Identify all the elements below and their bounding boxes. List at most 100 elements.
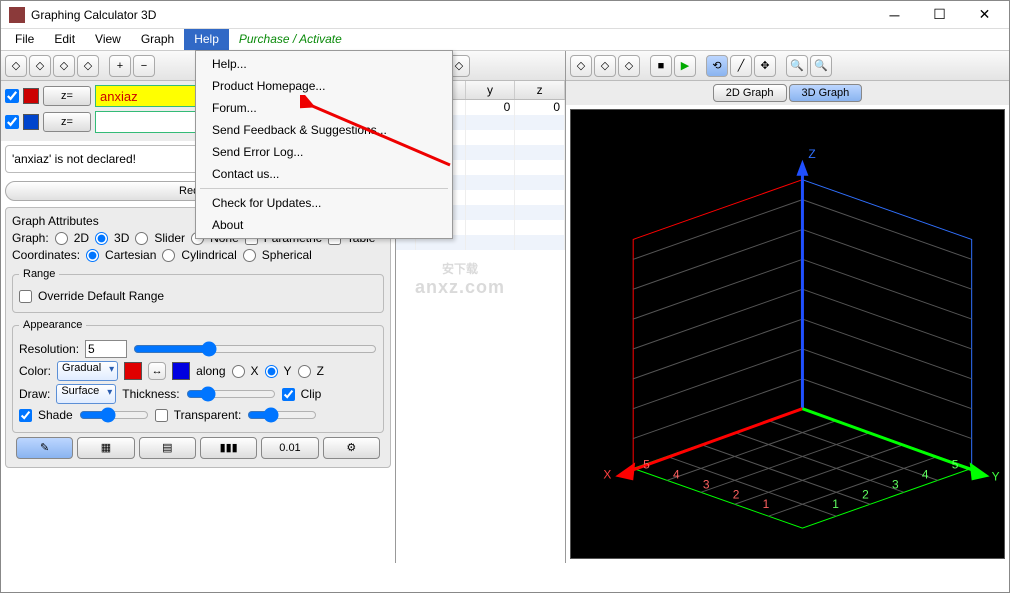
- graph-attributes-panel: + − Graph Attributes Graph: 2D 3D Slider…: [5, 207, 391, 468]
- help-item-help[interactable]: Help...: [198, 53, 450, 75]
- tab-gear-icon[interactable]: ⚙: [323, 437, 380, 459]
- svg-text:4: 4: [673, 467, 680, 481]
- eq2-enable-checkbox[interactable]: [5, 115, 19, 129]
- bottom-tool-tabs: ✎ ▦ ▤ ▮▮▮ 0.01 ⚙: [16, 437, 380, 459]
- svg-text:5: 5: [643, 457, 650, 471]
- col-z: z: [515, 81, 565, 99]
- transparent-checkbox[interactable]: [155, 409, 168, 422]
- draw-mode-dropdown[interactable]: Surface: [56, 384, 116, 404]
- menu-purchase[interactable]: Purchase / Activate: [229, 29, 352, 50]
- tab-grid-icon[interactable]: ▦: [77, 437, 134, 459]
- tool-open-icon[interactable]: ◇: [29, 55, 51, 77]
- svg-text:1: 1: [763, 497, 770, 511]
- range-fieldset: Range Override Default Range: [12, 268, 384, 313]
- rtool-zoomout-icon[interactable]: 🔍: [810, 55, 832, 77]
- cell-y-1[interactable]: 0: [466, 100, 516, 115]
- coords-spherical-radio[interactable]: [243, 249, 256, 262]
- rtool-zoomin-icon[interactable]: 🔍: [786, 55, 808, 77]
- tab-2d-graph[interactable]: 2D Graph: [713, 84, 787, 102]
- resolution-input[interactable]: [85, 340, 127, 358]
- col-y: y: [466, 81, 516, 99]
- tab-pencil-icon[interactable]: ✎: [16, 437, 73, 459]
- along-x-radio[interactable]: [232, 365, 245, 378]
- coords-cylindrical-radio[interactable]: [162, 249, 175, 262]
- graph-3d-radio[interactable]: [95, 232, 108, 245]
- shade-slider[interactable]: [79, 407, 149, 423]
- rtool-rotate-icon[interactable]: ⟲: [706, 55, 728, 77]
- tool-plus-icon[interactable]: +: [109, 55, 131, 77]
- menu-graph[interactable]: Graph: [131, 29, 184, 50]
- coords-cartesian-radio[interactable]: [86, 249, 99, 262]
- minimize-button[interactable]: ─: [872, 2, 917, 28]
- tab-3d-graph[interactable]: 3D Graph: [789, 84, 863, 102]
- thickness-label: Thickness:: [122, 387, 179, 401]
- resolution-label: Resolution:: [19, 342, 79, 356]
- svg-text:3: 3: [703, 477, 710, 491]
- help-item-homepage[interactable]: Product Homepage...: [198, 75, 450, 97]
- svg-text:1: 1: [832, 497, 839, 511]
- titlebar: Graphing Calculator 3D ─ ☐ ✕: [1, 1, 1009, 29]
- color-mode-dropdown[interactable]: Gradual: [57, 361, 118, 381]
- tool-minus-icon[interactable]: −: [133, 55, 155, 77]
- tab-bars-icon[interactable]: ▮▮▮: [200, 437, 257, 459]
- eq2-mode-dropdown[interactable]: z=: [43, 112, 91, 132]
- rtool-1-icon[interactable]: ◇: [570, 55, 592, 77]
- menu-separator: [200, 188, 448, 189]
- help-item-contact[interactable]: Contact us...: [198, 163, 450, 185]
- draw-label: Draw:: [19, 387, 50, 401]
- graph-slider-radio[interactable]: [135, 232, 148, 245]
- eq2-color-chip[interactable]: [23, 114, 39, 130]
- menu-edit[interactable]: Edit: [44, 29, 85, 50]
- tool-save-icon[interactable]: ◇: [53, 55, 75, 77]
- graph-label: Graph:: [12, 231, 49, 245]
- right-toolbar: ◇ ◇ ◇ ■ ▶ ⟲ ╱ ✥ 🔍 🔍: [566, 51, 1009, 81]
- along-y-radio[interactable]: [265, 365, 278, 378]
- graph-canvas-3d[interactable]: Z X Y 54321 12345: [570, 109, 1005, 559]
- rtool-3-icon[interactable]: ◇: [618, 55, 640, 77]
- color-label: Color:: [19, 364, 51, 378]
- rtool-pan-icon[interactable]: ✥: [754, 55, 776, 77]
- help-item-errorlog[interactable]: Send Error Log...: [198, 141, 450, 163]
- resolution-slider[interactable]: [133, 341, 377, 357]
- rtool-play-icon[interactable]: ▶: [674, 55, 696, 77]
- graph-2d-radio[interactable]: [55, 232, 68, 245]
- help-item-about[interactable]: About: [198, 214, 450, 236]
- rtool-2-icon[interactable]: ◇: [594, 55, 616, 77]
- svg-text:2: 2: [862, 487, 869, 501]
- maximize-button[interactable]: ☐: [917, 2, 962, 28]
- tool-export-icon[interactable]: ◇: [77, 55, 99, 77]
- app-icon: [9, 7, 25, 23]
- coords-label: Coordinates:: [12, 248, 80, 262]
- graph-tabs: 2D Graph 3D Graph: [566, 81, 1009, 105]
- rtool-stop-icon[interactable]: ■: [650, 55, 672, 77]
- color-swatch-blue[interactable]: [172, 362, 190, 380]
- eq1-enable-checkbox[interactable]: [5, 89, 19, 103]
- axis-x-label: X: [603, 467, 611, 481]
- swap-colors-icon[interactable]: ↔: [148, 362, 166, 380]
- help-item-updates[interactable]: Check for Updates...: [198, 192, 450, 214]
- tool-new-icon[interactable]: ◇: [5, 55, 27, 77]
- along-z-radio[interactable]: [298, 365, 311, 378]
- close-button[interactable]: ✕: [962, 2, 1007, 28]
- transparent-slider[interactable]: [247, 407, 317, 423]
- override-range-checkbox[interactable]: [19, 290, 32, 303]
- tab-table-icon[interactable]: ▤: [139, 437, 196, 459]
- menu-view[interactable]: View: [85, 29, 131, 50]
- cell-z-1[interactable]: 0: [515, 100, 565, 115]
- thickness-slider[interactable]: [186, 386, 276, 402]
- menu-help[interactable]: Help: [184, 29, 229, 50]
- eq1-color-chip[interactable]: [23, 88, 39, 104]
- help-item-feedback[interactable]: Send Feedback & Suggestions...: [198, 119, 450, 141]
- clip-checkbox[interactable]: [282, 388, 295, 401]
- svg-text:5: 5: [952, 457, 959, 471]
- menu-file[interactable]: File: [5, 29, 44, 50]
- menubar: File Edit View Graph Help Purchase / Act…: [1, 29, 1009, 51]
- color-swatch-red[interactable]: [124, 362, 142, 380]
- tab-precision-icon[interactable]: 0.01: [261, 437, 318, 459]
- axis-z-label: Z: [808, 147, 815, 161]
- help-item-forum[interactable]: Forum...: [198, 97, 450, 119]
- svg-text:2: 2: [733, 487, 740, 501]
- shade-checkbox[interactable]: [19, 409, 32, 422]
- rtool-line-icon[interactable]: ╱: [730, 55, 752, 77]
- eq1-mode-dropdown[interactable]: z=: [43, 86, 91, 106]
